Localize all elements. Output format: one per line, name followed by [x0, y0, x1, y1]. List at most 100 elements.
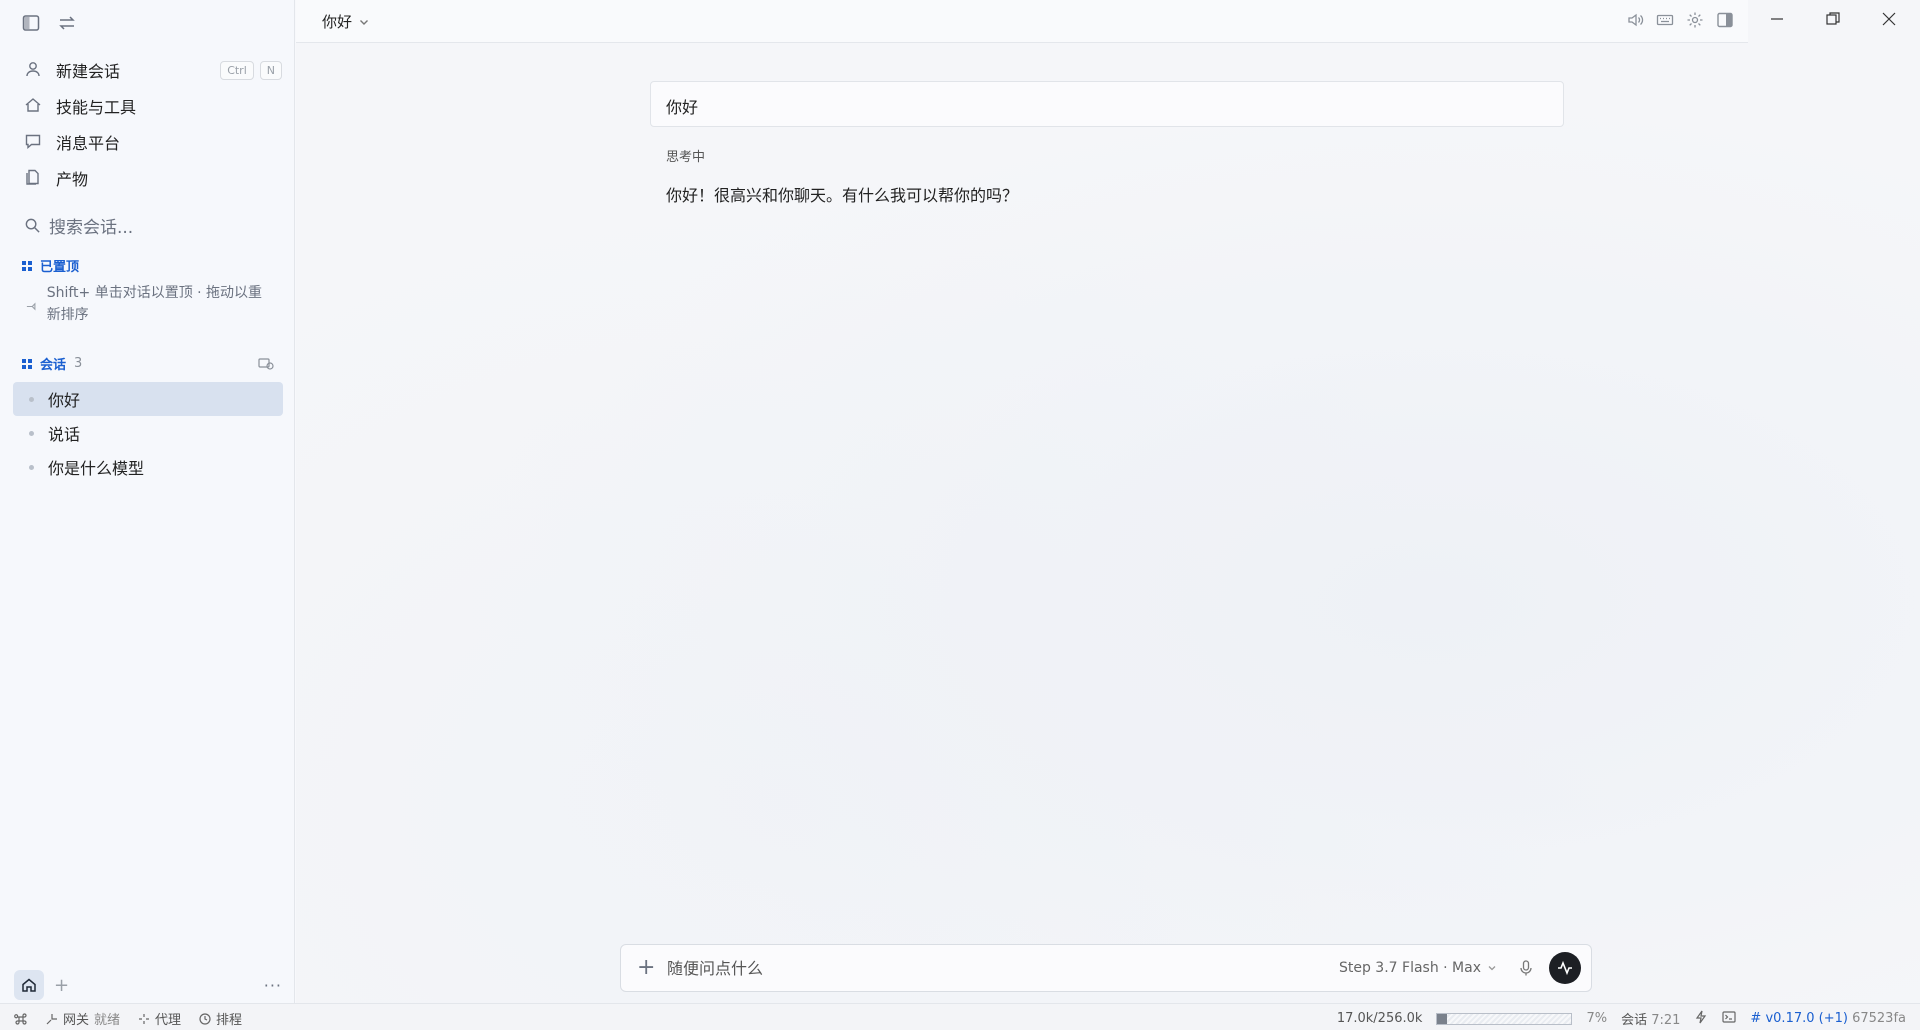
schedule-status[interactable]: 排程: [199, 1009, 242, 1028]
attach-plus-icon[interactable]: +: [637, 957, 659, 979]
commit-hash: 67523fa: [1852, 1011, 1906, 1026]
composer: + Step 3.7 Flash · Max: [620, 944, 1592, 992]
message-platform-button[interactable]: 消息平台: [14, 124, 282, 160]
search-icon: [25, 218, 40, 233]
conversation-title: 你是什么模型: [48, 459, 145, 478]
microphone-icon[interactable]: [1517, 959, 1535, 977]
home-icon: [22, 978, 36, 992]
clock-icon: [199, 1012, 211, 1025]
gateway-status[interactable]: 网关 就绪: [46, 1009, 120, 1028]
sidebar: 新建会话 Ctrl N 技能与工具 消息平台 产物 搜索会话... 已置顶 Sh…: [0, 0, 295, 1003]
keyboard-icon[interactable]: [1656, 11, 1674, 29]
toggle-sidebar-icon[interactable]: [20, 12, 42, 34]
session-time: 7:21: [1651, 1013, 1681, 1028]
conversation-search[interactable]: 搜索会话...: [24, 213, 133, 238]
waveform-icon: [1558, 960, 1572, 976]
add-workspace-icon[interactable]: +: [54, 975, 69, 996]
assistant-message: 你好！很高兴和你聊天。有什么我可以帮你的吗？: [666, 186, 1019, 205]
version-info[interactable]: # v0.17.0 (+1) 67523fa: [1750, 1011, 1906, 1026]
switch-icon[interactable]: [56, 12, 78, 34]
status-left: 网关 就绪 代理 排程: [14, 1009, 242, 1028]
context-percent: 7%: [1586, 1011, 1608, 1026]
gateway-icon: [46, 1013, 57, 1024]
app-window: 新建会话 Ctrl N 技能与工具 消息平台 产物 搜索会话... 已置顶 Sh…: [0, 0, 1920, 1030]
new-chat-button[interactable]: 新建会话 Ctrl N: [14, 52, 282, 88]
chevron-down-icon: [360, 19, 369, 25]
session-info: 会话 7:21: [1621, 1009, 1680, 1028]
hash-icon: #: [1750, 1011, 1762, 1026]
right-panel-icon[interactable]: [1716, 11, 1734, 29]
conversation-item[interactable]: 你是什么模型: [13, 450, 283, 484]
schedule-label: 排程: [216, 1013, 243, 1028]
new-chat-label: 新建会话: [56, 62, 121, 81]
pinned-hint: Shift+ 单击对话以置顶 · 拖动以重新排序: [26, 282, 276, 326]
conversation-title-dropdown[interactable]: 你好: [322, 11, 370, 32]
minimize-icon[interactable]: [1766, 8, 1788, 30]
skills-tools-label: 技能与工具: [56, 98, 137, 117]
user-message: 你好: [650, 81, 1564, 127]
main-panel: 你好 你好 思考中 你好！很高兴和你聊天。有什么我可以帮你的吗？ + Step …: [296, 0, 1920, 1003]
more-options-icon[interactable]: ···: [264, 976, 282, 995]
conversations-title: 会话: [40, 358, 67, 373]
thinking-label[interactable]: 思考中: [666, 146, 705, 165]
conversation-list: 你好 说话 你是什么模型: [13, 382, 283, 484]
conversations-section-header[interactable]: 会话 3: [22, 354, 82, 373]
archive-icon[interactable]: [258, 355, 274, 374]
shortcut-n: N: [259, 60, 282, 80]
conversation-title: 你好: [48, 391, 81, 410]
search-placeholder: 搜索会话...: [49, 218, 134, 238]
restore-icon[interactable]: [1822, 8, 1844, 30]
grid-icon: [22, 260, 32, 271]
toolbar-icons: [1626, 11, 1734, 29]
model-selector[interactable]: Step 3.7 Flash · Max: [1339, 960, 1497, 976]
session-label: 会话: [1621, 1013, 1648, 1028]
proxy-label: 代理: [155, 1013, 182, 1028]
proxy-status[interactable]: 代理: [138, 1009, 181, 1028]
token-usage: 17.0k/256.0k: [1336, 1011, 1423, 1026]
close-icon[interactable]: [1878, 8, 1900, 30]
bullet-dot: [29, 430, 34, 436]
new-chat-shortcut: Ctrl N: [220, 60, 282, 80]
status-bar: 网关 就绪 代理 排程 17.0k/256.0k 7% 会话 7:21 # v0…: [0, 1003, 1920, 1030]
conversation-title: 说话: [48, 425, 81, 444]
status-right: 17.0k/256.0k 7% 会话 7:21 # v0.17.0 (+1) 6…: [1337, 1009, 1906, 1028]
command-icon[interactable]: [14, 1012, 28, 1026]
pinned-section-header[interactable]: 已置顶: [22, 256, 79, 275]
conversation-item[interactable]: 你好: [13, 382, 283, 416]
pinned-title: 已置顶: [40, 260, 80, 275]
home-button[interactable]: [14, 970, 44, 1000]
message-platform-label: 消息平台: [56, 134, 121, 153]
context-progress-bar: [1436, 1012, 1573, 1025]
sidebar-nav: 新建会话 Ctrl N 技能与工具 消息平台 产物: [14, 52, 282, 196]
terminal-icon[interactable]: [1722, 1010, 1737, 1028]
skills-tools-button[interactable]: 技能与工具: [14, 88, 282, 124]
message-input[interactable]: [667, 958, 1339, 978]
tools-icon: [24, 96, 44, 116]
bullet-dot: [29, 464, 34, 470]
gear-icon[interactable]: [1686, 11, 1704, 29]
artifact-icon: [24, 168, 44, 188]
bullet-dot: [29, 396, 34, 402]
speaker-icon[interactable]: [1626, 11, 1644, 29]
chevron-down-icon: [1488, 966, 1496, 971]
proxy-icon: [139, 1013, 150, 1024]
pinned-hint-text: Shift+ 单击对话以置顶 · 拖动以重新排序: [46, 285, 263, 323]
model-name: Step 3.7 Flash · Max: [1338, 960, 1481, 976]
new-chat-icon: [24, 60, 44, 80]
sidebar-footer: + ···: [14, 970, 282, 1000]
voice-mode-button[interactable]: [1549, 952, 1581, 984]
top-bar: 你好: [296, 0, 1748, 43]
conversation-item[interactable]: 说话: [13, 416, 283, 450]
sidebar-toolbar: [20, 12, 78, 34]
pin-icon: [26, 302, 36, 311]
message-icon: [24, 132, 44, 152]
gateway-state: 就绪: [94, 1013, 121, 1028]
lightning-icon[interactable]: [1694, 1010, 1708, 1028]
conversations-count: 3: [74, 356, 83, 371]
shortcut-ctrl: Ctrl: [220, 60, 254, 80]
context-progress-fill: [1437, 1013, 1447, 1024]
artifacts-button[interactable]: 产物: [14, 160, 282, 196]
grid-icon: [22, 358, 32, 369]
window-controls: [1766, 8, 1900, 30]
version-label: v0.17.0 (+1): [1765, 1011, 1848, 1026]
